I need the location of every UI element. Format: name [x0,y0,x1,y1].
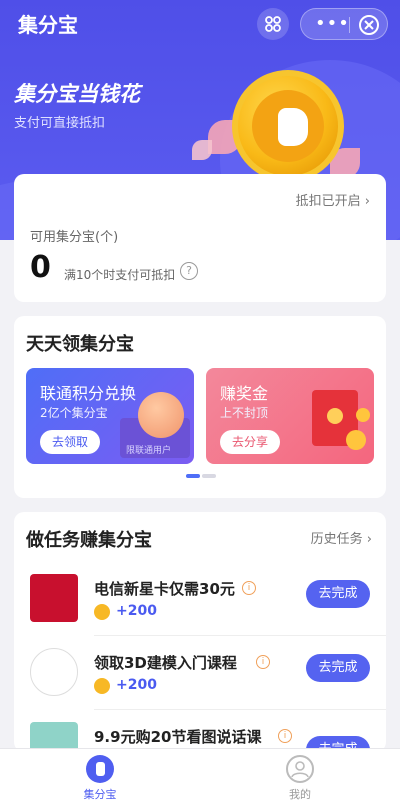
info-icon[interactable]: i [242,581,256,595]
task-row: 9.9元购20节看图说话课 i 去完成 [14,712,386,752]
user-icon [286,755,314,783]
claim-button[interactable]: 去领取 [40,430,101,454]
task-title: 领取3D建模入门课程 [94,654,237,672]
tab-label: 我的 [289,788,311,801]
promo-title: 赚奖金 [220,384,269,403]
complete-task-button[interactable]: 去完成 [306,654,370,682]
envelope-seal [327,408,343,424]
balance-hint: 满10个时支付可抵扣 [64,268,176,282]
tasks-card: 做任务赚集分宝 历史任务 › 电信新星卡仅需30元 i +200 去完成 领取3… [14,512,386,752]
task-thumbnail [30,648,78,696]
decor-leaf [192,140,212,160]
scan-icon [265,16,281,32]
jifenbao-mark-icon [96,762,105,776]
coin-icon [138,392,184,438]
section-title: 做任务赚集分宝 [26,530,152,551]
task-reward: +200 [116,677,157,693]
app-title: 集分宝 [18,13,78,37]
balance-amount: 0 [30,250,51,285]
coin-icon [94,678,110,694]
row-divider [94,709,386,710]
jifenbao-coin-icon [232,70,344,182]
daily-earn-card: 天天领集分宝 联通积分兑换 2亿个集分宝 限联通用户 去领取 赚奖金 上不封顶 … [14,316,386,498]
promo-unicom-exchange[interactable]: 联通积分兑换 2亿个集分宝 限联通用户 去领取 [26,368,194,464]
complete-task-button[interactable]: 去完成 [306,580,370,608]
balance-card: 抵扣已开启 › 可用集分宝(个) 0 满10个时支付可抵扣 ? [14,174,386,302]
close-circle-icon[interactable] [359,15,379,35]
carousel-dot [202,474,216,478]
capsule-divider [349,17,350,33]
top-bar: 集分宝 ••• [0,0,400,48]
coin-mark [278,108,308,146]
info-icon[interactable]: i [278,729,292,743]
coin-icon [356,408,370,422]
history-tasks-link[interactable]: 历史任务 › [311,528,372,547]
tab-jifenbao[interactable]: 集分宝 [0,749,200,805]
help-icon[interactable]: ? [180,262,198,280]
promo-box-text: 限联通用户 [126,446,172,456]
tab-label: 集分宝 [83,788,117,801]
promo-subtitle: 上不封顶 [220,406,269,420]
row-divider [94,635,386,636]
coin-icon [346,430,366,450]
promo-subtitle: 2亿个集分宝 [40,406,108,420]
promo-reward[interactable]: 赚奖金 上不封顶 去分享 [206,368,374,464]
promo-title: 联通积分兑换 [40,384,137,403]
task-row: 领取3D建模入门课程 i +200 去完成 [14,638,386,710]
task-thumbnail [30,574,78,622]
info-icon[interactable]: i [256,655,270,669]
carousel-indicator [186,474,216,478]
jifenbao-icon [86,755,114,783]
deduct-status-link[interactable]: 抵扣已开启 › [296,190,370,209]
coin-icon [94,604,110,620]
available-label: 可用集分宝(个) [30,230,119,245]
close-x-icon [364,20,374,30]
bottom-tab-bar: 集分宝 我的 [0,748,400,805]
share-button[interactable]: 去分享 [220,430,281,454]
task-row: 电信新星卡仅需30元 i +200 去完成 [14,564,386,636]
hero-sub-slogan: 支付可直接抵扣 [14,116,106,131]
tab-mine[interactable]: 我的 [200,749,400,805]
section-title: 天天领集分宝 [26,334,134,355]
task-title: 9.9元购20节看图说话课 [94,728,262,746]
scan-button[interactable] [257,8,289,40]
task-title: 电信新星卡仅需30元 [94,580,235,598]
mini-program-capsule: ••• [300,8,388,40]
user-silhouette-icon [291,761,309,778]
coin-inner [252,90,324,162]
task-reward: +200 [116,603,157,619]
carousel-dot-active [186,474,200,478]
hero-slogan: 集分宝当钱花 [14,82,140,106]
more-button[interactable]: ••• [315,15,350,33]
